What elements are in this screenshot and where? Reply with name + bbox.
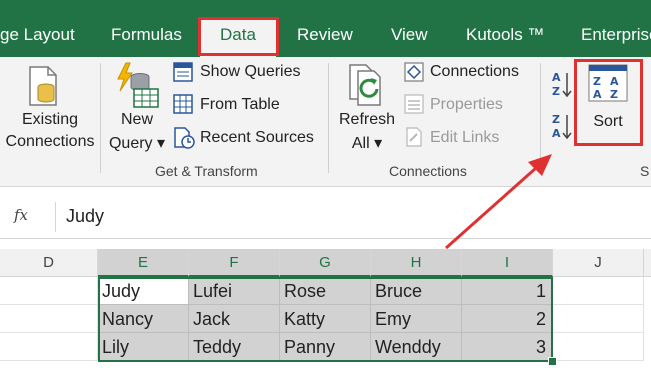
annotation-arrow: [445, 154, 552, 250]
